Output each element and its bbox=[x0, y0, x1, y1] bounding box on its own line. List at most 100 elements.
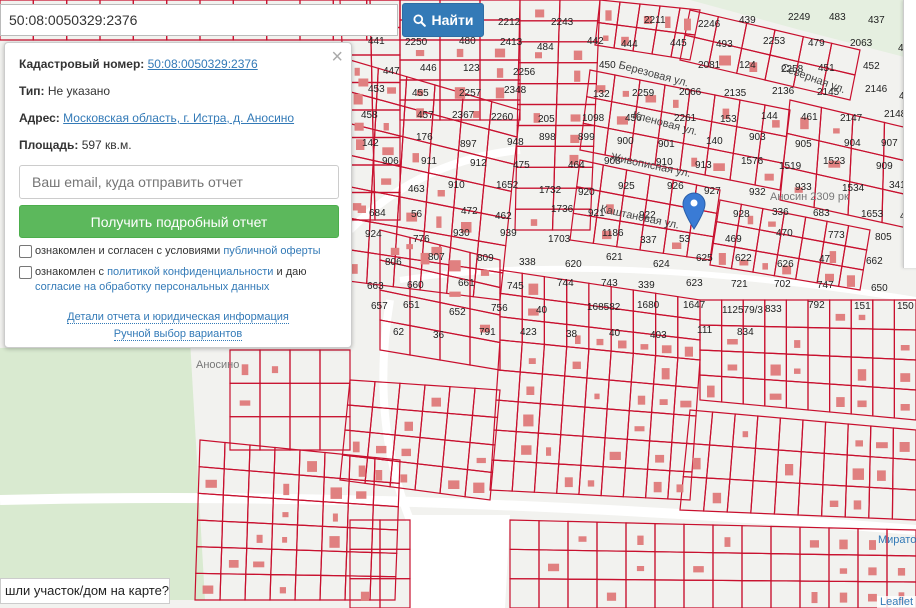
building-footprint bbox=[521, 445, 532, 455]
building-footprint bbox=[330, 487, 342, 499]
close-icon[interactable]: × bbox=[331, 47, 343, 67]
building-footprint bbox=[618, 340, 627, 349]
building-footprint bbox=[876, 442, 888, 449]
parcel-number: 906 bbox=[382, 156, 399, 167]
offer-link[interactable]: публичной оферты bbox=[223, 245, 320, 257]
parcel-number: 792 bbox=[808, 300, 825, 311]
layers-panel[interactable] bbox=[903, 0, 916, 268]
parcel-number: 40 bbox=[609, 328, 621, 339]
parcel-number: 909 bbox=[876, 161, 893, 172]
parcel-number: 2081 bbox=[698, 60, 721, 71]
building-footprint bbox=[548, 563, 560, 572]
parcel-number: 338 bbox=[519, 257, 536, 268]
building-footprint bbox=[673, 99, 679, 108]
map-attribution[interactable]: Leaflet bbox=[876, 596, 916, 608]
building-footprint bbox=[900, 404, 910, 411]
get-report-button[interactable]: Получить подробный отчет bbox=[19, 205, 339, 238]
building-footprint bbox=[609, 451, 621, 460]
parcel-number: 1519 bbox=[779, 161, 802, 172]
building-footprint bbox=[256, 534, 263, 543]
parcel-number: 910 bbox=[448, 180, 465, 191]
parcel-number: 911 bbox=[421, 156, 437, 167]
personal-data-link[interactable]: согласие на обработку персональных данны… bbox=[35, 281, 269, 293]
manual-select-link[interactable]: Ручной выбор вариантов bbox=[113, 328, 243, 341]
parcel-number: 469 bbox=[725, 234, 742, 245]
building-footprint bbox=[449, 260, 461, 272]
building-footprint bbox=[205, 479, 217, 488]
parcel-number: 2367 bbox=[452, 110, 475, 121]
building-footprint bbox=[727, 364, 738, 371]
parcel-number: 621 bbox=[606, 252, 623, 263]
green-area bbox=[0, 340, 205, 600]
building-footprint bbox=[839, 568, 848, 574]
parcel-number: 747 bbox=[817, 280, 834, 291]
building-footprint bbox=[406, 244, 413, 250]
parcel-number: 2246 bbox=[698, 19, 721, 30]
parcel-number: 620 bbox=[565, 259, 582, 270]
parcel-number: 151 bbox=[854, 301, 871, 312]
parcel-number: 920 bbox=[578, 187, 595, 198]
cadastral-link[interactable]: 50:08:0050329:2376 bbox=[148, 57, 258, 71]
parcel-number: 150 bbox=[897, 301, 914, 312]
parcel-number: 939 bbox=[500, 228, 517, 239]
building-footprint bbox=[605, 10, 612, 21]
offer-consent-text: ознакомлен и согласен с условиями bbox=[35, 245, 221, 257]
parcel-number: 479 bbox=[808, 38, 825, 49]
parcel-number: 932 bbox=[749, 187, 766, 198]
parcel-number: 339 bbox=[638, 280, 655, 291]
building-footprint bbox=[456, 48, 464, 58]
building-footprint bbox=[412, 153, 419, 163]
building-footprint bbox=[768, 221, 776, 227]
building-footprint bbox=[596, 338, 604, 346]
parcel-number: 721 bbox=[731, 279, 748, 290]
building-footprint bbox=[835, 313, 846, 321]
building-footprint bbox=[634, 426, 645, 432]
parcel-number: 458 bbox=[361, 110, 378, 121]
privacy-policy-link[interactable]: политикой конфиденциальности bbox=[107, 266, 273, 278]
search-input[interactable] bbox=[0, 4, 398, 36]
parcel-number: 2348 bbox=[504, 85, 527, 96]
email-field[interactable] bbox=[19, 165, 339, 199]
parcel-number: 2260 bbox=[491, 112, 514, 123]
parcel-number: 805 bbox=[875, 232, 892, 243]
parcel-number: 622 bbox=[735, 253, 752, 264]
address-row: Адрес: Московская область, г. Истра, д. … bbox=[19, 111, 337, 125]
parcel-number: 745 bbox=[507, 281, 524, 292]
parcel-number: 444 bbox=[621, 39, 638, 50]
building-footprint bbox=[868, 567, 877, 576]
building-footprint bbox=[718, 253, 726, 265]
parcel-number: 2066 bbox=[679, 87, 702, 98]
parcel-number: 2135 bbox=[724, 88, 747, 99]
building-footprint bbox=[769, 393, 782, 400]
address-link[interactable]: Московская область, г. Истра, д. Аносино bbox=[63, 111, 294, 125]
parcel-number: 452 bbox=[863, 61, 880, 72]
building-footprint bbox=[707, 385, 715, 398]
building-footprint bbox=[713, 163, 725, 171]
privacy-checkbox[interactable] bbox=[19, 266, 32, 279]
parcel-number: 1523 bbox=[823, 156, 846, 167]
feedback-bar[interactable]: шли участок/дом на карте? bbox=[0, 578, 170, 604]
parcel-number: 927 bbox=[704, 186, 721, 197]
parcel-number: 472 bbox=[461, 206, 478, 217]
parcel-number: 925 bbox=[618, 181, 635, 192]
parcel-number: 1703 bbox=[548, 234, 571, 245]
building-footprint bbox=[829, 500, 839, 507]
parcel-number: 926 bbox=[667, 181, 684, 192]
type-value: Не указано bbox=[47, 84, 111, 98]
parcel-number: 1576 bbox=[741, 156, 764, 167]
details-link[interactable]: Детали отчета и юридическая информация bbox=[67, 311, 289, 324]
parcel-number: 912 bbox=[470, 158, 487, 169]
parcel-number: 928 bbox=[733, 209, 750, 220]
building-footprint bbox=[853, 500, 862, 510]
building-footprint bbox=[855, 440, 863, 447]
building-footprint bbox=[836, 397, 845, 407]
parcel-number: 142 bbox=[362, 138, 379, 149]
parcel-number: 450 bbox=[599, 60, 616, 71]
parcel-number: 834 bbox=[737, 327, 754, 338]
building-footprint bbox=[271, 366, 279, 374]
field-area bbox=[410, 515, 510, 608]
building-footprint bbox=[449, 291, 461, 297]
search-button[interactable]: Найти bbox=[402, 3, 484, 37]
building-footprint bbox=[712, 492, 722, 504]
offer-checkbox[interactable] bbox=[19, 245, 32, 258]
